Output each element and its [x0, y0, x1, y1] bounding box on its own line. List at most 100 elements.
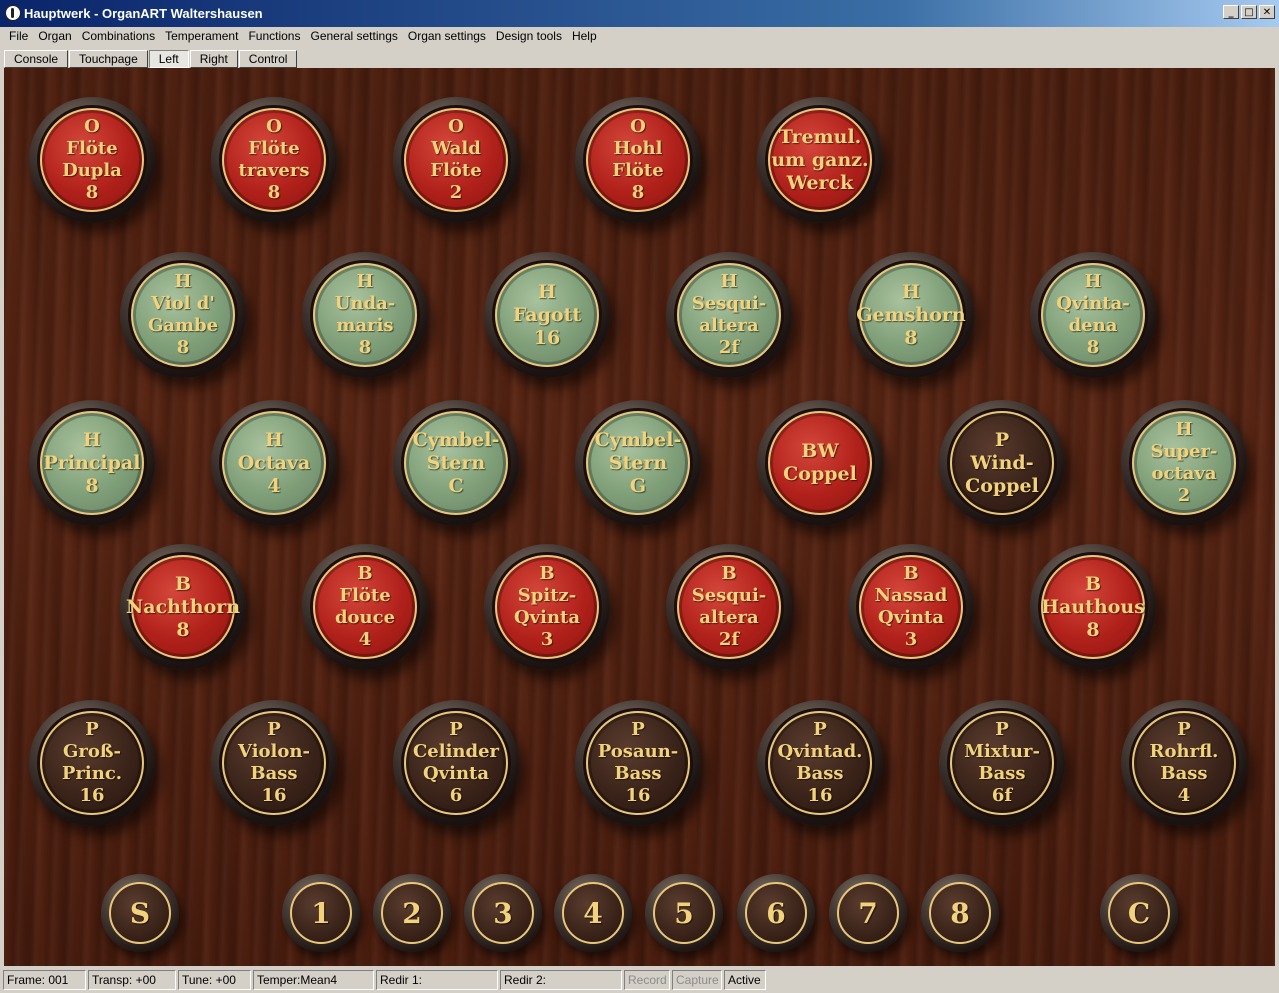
stop-label: P Violon- Bass 16 — [238, 719, 310, 806]
piston-c[interactable]: C — [1100, 874, 1178, 952]
piston-1[interactable]: 1 — [282, 874, 360, 952]
stop-label: H Viol d' Gambe 8 — [147, 271, 219, 358]
stop-knob-p-violon-bass-16[interactable]: P Violon- Bass 16 — [211, 700, 337, 826]
stop-knob-p-celinder-qvinta-6[interactable]: P Celinder Qvinta 6 — [393, 700, 519, 826]
stop-label: H Gemshorn 8 — [856, 280, 966, 349]
menu-help[interactable]: Help — [567, 29, 602, 43]
stop-knob-cymbel-stern-c[interactable]: Cymbel- Stern C — [393, 400, 519, 526]
piston-2[interactable]: 2 — [373, 874, 451, 952]
stop-label: H Principal 8 — [43, 428, 141, 497]
stop-face: P Qvintad. Bass 16 — [768, 711, 872, 815]
stop-face: H Gemshorn 8 — [856, 263, 966, 367]
stop-knob-p-mixtur-bass-6f[interactable]: P Mixtur- Bass 6f — [939, 700, 1065, 826]
piston-3[interactable]: 3 — [464, 874, 542, 952]
title-bar: Hauptwerk - OrganART Waltershausen _ □ ✕ — [0, 0, 1279, 27]
menu-combinations[interactable]: Combinations — [77, 29, 160, 43]
stop-face: P Groß- Princ. 16 — [40, 711, 144, 815]
status-record: Record — [624, 970, 670, 990]
status-redirect-1: Redir 1: — [376, 970, 498, 990]
stop-knob-b-sesqui-altera-2f[interactable]: B Sesqui- altera 2f — [666, 544, 792, 670]
stop-label: B Hauthous 8 — [1041, 572, 1145, 641]
piston-5[interactable]: 5 — [645, 874, 723, 952]
stop-knob-cymbel-stern-g[interactable]: Cymbel- Stern G — [575, 400, 701, 526]
stop-knob-h-fagott-16[interactable]: H Fagott 16 — [484, 252, 610, 378]
piston-label: 5 — [674, 896, 694, 930]
stop-face: H Octava 4 — [222, 411, 326, 515]
maximize-button[interactable]: □ — [1241, 5, 1257, 19]
stop-knob-p-posaun-bass-16[interactable]: P Posaun- Bass 16 — [575, 700, 701, 826]
stop-knob-h-octava-4[interactable]: H Octava 4 — [211, 400, 337, 526]
menu-general-settings[interactable]: General settings — [305, 29, 402, 43]
stop-label: H Fagott 16 — [512, 280, 582, 349]
menu-design-tools[interactable]: Design tools — [491, 29, 567, 43]
stop-knob-h-viol-d-gambe-8[interactable]: H Viol d' Gambe 8 — [120, 252, 246, 378]
piston-4[interactable]: 4 — [554, 874, 632, 952]
stop-knob-h-qvinta-dena-8[interactable]: H Qvinta- dena 8 — [1030, 252, 1156, 378]
piston-label: 7 — [858, 896, 878, 930]
piston-face: S — [109, 882, 171, 944]
stop-knob-h-principal-8[interactable]: H Principal 8 — [29, 400, 155, 526]
stop-knob-p-qvintad-bass-16[interactable]: P Qvintad. Bass 16 — [757, 700, 883, 826]
stop-knob-p-gro-princ-16[interactable]: P Groß- Princ. 16 — [29, 700, 155, 826]
stop-knob-p-wind-coppel[interactable]: P Wind- Coppel — [939, 400, 1065, 526]
stop-knob-b-nassad-qvinta-3[interactable]: B Nassad Qvinta 3 — [848, 544, 974, 670]
piston-s[interactable]: S — [101, 874, 179, 952]
menu-functions[interactable]: Functions — [243, 29, 305, 43]
piston-label: 8 — [950, 896, 970, 930]
piston-label: C — [1127, 896, 1151, 930]
status-tune: Tune: +00 — [178, 970, 251, 990]
stop-label: B Flöte douce 4 — [334, 563, 396, 650]
menu-bar: File Organ Combinations Temperament Func… — [0, 27, 1279, 45]
stop-label: P Qvintad. Bass 16 — [777, 719, 863, 806]
menu-organ[interactable]: Organ — [33, 29, 76, 43]
tab-left[interactable]: Left — [148, 50, 189, 68]
stop-label: BW Coppel — [783, 440, 857, 485]
piston-face: C — [1108, 882, 1170, 944]
stop-label: P Posaun- Bass 16 — [597, 719, 679, 806]
tab-console[interactable]: Console — [4, 50, 69, 68]
menu-temperament[interactable]: Temperament — [160, 29, 243, 43]
stop-knob-p-rohrfl-bass-4[interactable]: P Rohrfl. Bass 4 — [1121, 700, 1247, 826]
stop-face: O Wald Flöte 2 — [404, 108, 508, 212]
menu-file[interactable]: File — [4, 29, 33, 43]
status-redirect-2: Redir 2: — [500, 970, 622, 990]
stop-knob-o-wald-fl-te-2[interactable]: O Wald Flöte 2 — [393, 97, 519, 223]
close-button[interactable]: ✕ — [1259, 5, 1275, 19]
stop-face: P Rohrfl. Bass 4 — [1132, 711, 1236, 815]
minimize-button[interactable]: _ — [1223, 5, 1239, 19]
piston-label: 3 — [493, 896, 513, 930]
piston-8[interactable]: 8 — [921, 874, 999, 952]
stop-label: H Octava 4 — [237, 428, 311, 497]
app-icon[interactable] — [5, 5, 21, 21]
stop-knob-o-fl-te-dupla-8[interactable]: O Flöte Dupla 8 — [29, 97, 155, 223]
stop-knob-h-gemshorn-8[interactable]: H Gemshorn 8 — [848, 252, 974, 378]
stop-label: P Mixtur- Bass 6f — [964, 719, 1040, 806]
stop-knob-b-fl-te-douce-4[interactable]: B Flöte douce 4 — [302, 544, 428, 670]
piston-label: 1 — [311, 896, 331, 930]
stop-knob-h-sesqui-altera-2f[interactable]: H Sesqui- altera 2f — [666, 252, 792, 378]
stop-knob-b-spitz-qvinta-3[interactable]: B Spitz- Qvinta 3 — [484, 544, 610, 670]
stop-knob-b-hauthous-8[interactable]: B Hauthous 8 — [1030, 544, 1156, 670]
stop-knob-b-nachthorn-8[interactable]: B Nachthorn 8 — [120, 544, 246, 670]
status-transpose: Transp: +00 — [88, 970, 176, 990]
piston-label: S — [129, 896, 151, 930]
stop-face: P Mixtur- Bass 6f — [950, 711, 1054, 815]
stop-knob-bw-coppel[interactable]: BW Coppel — [757, 400, 883, 526]
tab-right[interactable]: Right — [189, 50, 238, 68]
stop-knob-o-fl-te-travers-8[interactable]: O Flöte travers 8 — [211, 97, 337, 223]
menu-organ-settings[interactable]: Organ settings — [403, 29, 491, 43]
stop-knob-h-super-octava-2[interactable]: H Super- octava 2 — [1121, 400, 1247, 526]
piston-6[interactable]: 6 — [737, 874, 815, 952]
stop-knob-o-hohl-fl-te-8[interactable]: O Hohl Flöte 8 — [575, 97, 701, 223]
status-active: Active — [724, 970, 766, 990]
tab-touchpage[interactable]: Touchpage — [69, 50, 148, 68]
piston-face: 1 — [290, 882, 352, 944]
piston-7[interactable]: 7 — [829, 874, 907, 952]
stop-knob-tremul-um-ganz-werck[interactable]: Tremul. um ganz. Werck — [757, 97, 883, 223]
stop-label: B Nachthorn 8 — [125, 572, 241, 641]
piston-face: 2 — [381, 882, 443, 944]
stop-label: P Rohrfl. Bass 4 — [1149, 719, 1219, 806]
stop-knob-h-unda-maris-8[interactable]: H Unda- maris 8 — [302, 252, 428, 378]
tab-control[interactable]: Control — [238, 50, 298, 68]
stop-face: B Flöte douce 4 — [313, 555, 417, 659]
